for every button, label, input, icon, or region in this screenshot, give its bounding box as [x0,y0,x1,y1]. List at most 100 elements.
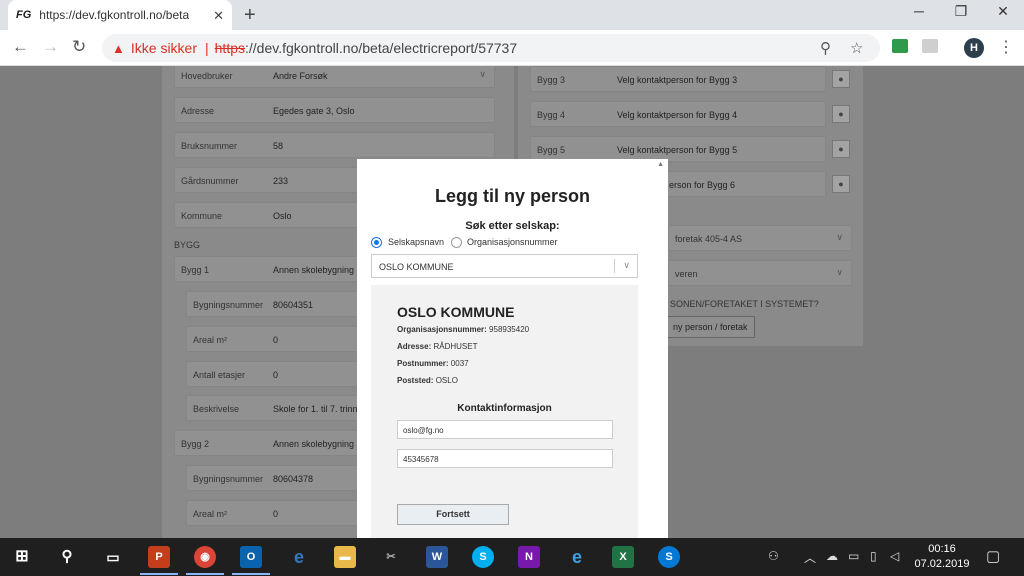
network-icon[interactable]: ▯ [870,549,877,563]
select-value: veren [675,269,698,279]
search-company-label: Søk etter selskap: [465,220,560,232]
security-label[interactable]: Ikke sikker [131,40,197,56]
restore-icon[interactable]: ❐ [938,3,984,20]
chevron-up-icon[interactable]: ︿ [804,549,816,566]
field-label: Bygg 4 [537,110,566,120]
field-label: Adresse [181,106,215,116]
select-value: foretak 405-4 AS [675,234,743,244]
field-value: erson for Bygg 6 [669,180,736,190]
back-icon[interactable]: ← [12,37,29,57]
outlook-icon[interactable]: O [240,546,262,568]
contact-row[interactable]: Bygg 4 Velg kontaktperson for Bygg 4 [530,101,826,127]
active-indicator [186,573,224,575]
field-label: Areal m² [193,509,228,519]
profile-avatar[interactable]: H [964,38,984,58]
skype-icon[interactable]: S [472,546,494,568]
orgnr-line: Organisasjonsnummer: 958935420 [397,325,529,334]
address-bar[interactable]: ▲ Ikke sikker | https ://dev.fgkontroll.… [102,34,880,62]
word-icon[interactable]: W [426,546,448,568]
cloud-icon[interactable]: ☁ [826,549,838,563]
people-icon[interactable]: ⚇ [768,549,779,563]
field-label: Antall etasjer [193,370,246,380]
email-field[interactable]: oslo@fg.no [397,420,613,439]
field-label: Kommune [181,211,223,221]
person-icon[interactable]: ● [832,105,850,123]
orgnr-label: Organisasjonsnummer: [397,325,487,334]
phone-field[interactable]: 45345678 [397,449,613,468]
new-person-button[interactable]: ny person / foretak [666,316,755,338]
field-value: 80604378 [273,474,314,484]
chevron-down-icon: ∨ [479,69,486,79]
file-explorer-icon[interactable]: ▬ [334,546,356,568]
url-scheme: https [214,40,245,56]
field-value: 0 [273,335,279,345]
field-value: 80604351 [273,300,314,310]
tab-title: https://dev.fgkontroll.no/beta/elec [39,8,190,22]
radio-company-label[interactable]: Selskapsnavn [388,237,444,247]
close-window-icon[interactable]: ✕ [980,3,1024,20]
onenote-icon[interactable]: N [518,546,540,568]
search-icon[interactable]: ⚲ [56,546,78,568]
field-value: Skole for 1. til 7. trinn [273,404,358,414]
field-label: Bygg 2 [181,439,210,449]
powerpoint-icon[interactable]: P [148,546,170,568]
minimize-icon[interactable]: ─ [896,3,942,19]
field-value: Oslo [273,211,292,221]
zoom-icon[interactable]: ⚲ [820,39,831,57]
field-value: Annen skolebygning [273,265,355,275]
field-label: Hovedbruker [181,71,233,81]
clock[interactable]: 00:16 07.02.2019 [904,542,980,572]
field-value: Velg kontaktperson for Bygg 4 [617,110,738,120]
extension-grey-icon[interactable] [922,39,938,53]
excel-icon[interactable]: X [612,546,634,568]
form-row[interactable]: Bruksnummer 58 [174,132,495,158]
role-select[interactable]: veren ∨ [668,260,852,286]
windows-start-icon[interactable]: ⊞ [11,546,33,568]
field-value: 0 [273,370,279,380]
internet-explorer-icon[interactable]: e [566,546,588,568]
field-label: Bruksnummer [181,141,238,151]
form-row[interactable]: Adresse Egedes gate 3, Oslo [174,97,495,123]
new-tab-button[interactable]: + [244,4,256,27]
browser-tab[interactable]: FG https://dev.fgkontroll.no/beta/elec ✕ [8,0,232,30]
edge-icon[interactable]: e [288,546,310,568]
snipping-tool-icon[interactable]: ✂ [380,546,402,568]
radio-org-number[interactable] [451,237,462,248]
person-icon[interactable]: ● [832,175,850,193]
chevron-down-icon[interactable]: ∨ [623,260,630,271]
forward-icon[interactable]: → [42,37,59,57]
field-label: Bygg 5 [537,145,566,155]
battery-icon[interactable]: ▭ [848,549,859,563]
address-value: RÅDHUSET [433,342,478,351]
add-person-modal: ▲ Legg til ny person Søk etter selskap: … [357,159,668,538]
notification-icon[interactable]: ▢ [986,547,1000,565]
person-icon[interactable]: ● [832,70,850,88]
form-row[interactable]: Hovedbruker Andre Forsøk ∨ [174,66,495,88]
field-value: Velg kontaktperson for Bygg 5 [617,145,738,155]
divider: | [205,40,209,56]
radio-org-label[interactable]: Organisasjonsnummer [467,237,558,247]
contact-row[interactable]: Bygg 3 Velg kontaktperson for Bygg 3 [530,66,826,92]
person-icon[interactable]: ● [832,140,850,158]
task-view-icon[interactable]: ▭ [102,546,124,568]
skype-business-icon[interactable]: S [658,546,680,568]
field-value: Annen skolebygning [273,439,355,449]
reload-icon[interactable]: ↻ [72,37,86,57]
extension-green-icon[interactable] [892,39,908,53]
scroll-up-icon[interactable]: ▲ [657,161,664,168]
poststed-line: Poststed: OSLO [397,376,458,385]
modal-title: Legg til ny person [434,186,590,206]
volume-icon[interactable]: ◁ [890,549,899,563]
menu-dots-icon[interactable]: ⋮ [998,37,1014,57]
radio-company-name[interactable] [371,237,382,248]
company-search-select[interactable]: OSLO KOMMUNE ∨ [371,254,638,278]
address-line: Adresse: RÅDHUSET [397,342,478,351]
tab-close-icon[interactable]: ✕ [213,8,224,24]
company-select[interactable]: foretak 405-4 AS ∨ [668,225,852,251]
chrome-icon[interactable]: ◉ [194,546,216,568]
divider [614,259,615,273]
warning-icon: ▲ [112,40,125,56]
bookmark-star-icon[interactable]: ☆ [850,39,863,57]
continue-button[interactable]: Fortsett [397,504,509,525]
contact-heading: Kontaktinformasjon [457,403,552,414]
